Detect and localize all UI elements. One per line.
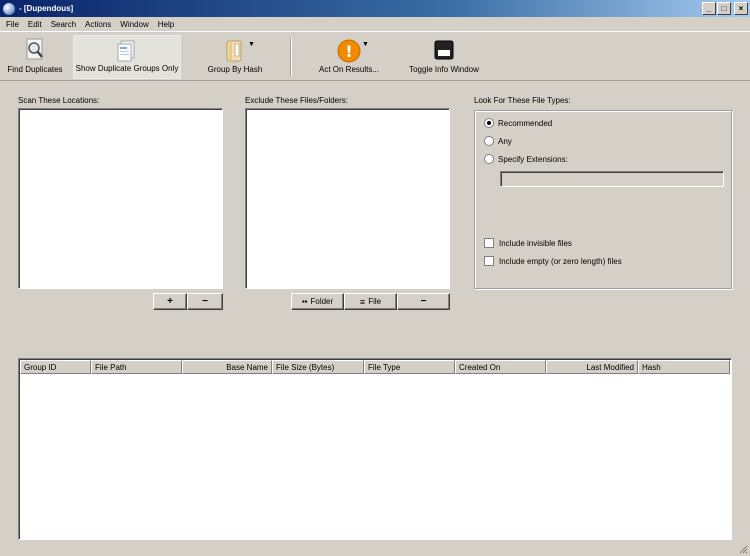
group-by-hash-dropdown-icon[interactable]: ▼: [248, 41, 255, 48]
find-duplicates-button[interactable]: Find Duplicates: [4, 35, 66, 79]
menu-window[interactable]: Window: [116, 20, 153, 29]
binder-icon: [226, 40, 242, 62]
minimize-button[interactable]: _: [702, 2, 716, 15]
radio-specify-label: Specify Extensions:: [498, 154, 568, 164]
add-file-label: File: [368, 297, 382, 306]
act-on-results-button[interactable]: ! Act On Results...: [314, 35, 384, 79]
extensions-input[interactable]: [500, 171, 724, 187]
resize-grip-icon[interactable]: [738, 544, 748, 554]
menu-bar: File Edit Search Actions Window Help: [0, 17, 750, 31]
menu-file[interactable]: File: [2, 20, 24, 29]
find-duplicates-label: Find Duplicates: [7, 65, 63, 74]
include-empty-label: Include empty (or zero length) files: [499, 256, 622, 266]
menu-help[interactable]: Help: [154, 20, 179, 29]
column-last-modified[interactable]: Last Modified: [546, 360, 638, 374]
menu-search[interactable]: Search: [47, 20, 81, 29]
radio-specify-indicator[interactable]: [484, 154, 494, 164]
scan-locations-label: Scan These Locations:: [18, 96, 100, 105]
close-button[interactable]: ×: [734, 2, 748, 15]
toggle-info-window-button[interactable]: Toggle Info Window: [405, 35, 483, 79]
act-on-results-label: Act On Results...: [318, 65, 380, 74]
add-folder-label: Folder: [310, 297, 334, 306]
scan-locations-list[interactable]: [18, 108, 223, 289]
group-by-hash-label: Group By Hash: [207, 65, 263, 74]
column-file-path[interactable]: File Path: [91, 360, 182, 374]
add-folder-button[interactable]: ▪▪ Folder: [291, 293, 344, 310]
window-controls: _ □ ×: [702, 2, 748, 15]
radio-specify-extensions[interactable]: Specify Extensions:: [484, 154, 568, 164]
act-on-results-dropdown-icon[interactable]: ▼: [362, 41, 369, 48]
window-title: - [Dupendous]: [19, 4, 74, 13]
radio-recommended[interactable]: Recommended: [484, 118, 552, 128]
results-table[interactable]: Group ID File Path Base Name File Size (…: [18, 358, 732, 540]
toolbar: Find Duplicates Show Duplicate Groups On…: [0, 31, 750, 81]
alert-icon: !: [337, 39, 361, 63]
radio-any[interactable]: Any: [484, 136, 512, 146]
file-types-label: Look For These File Types:: [474, 96, 571, 105]
menu-actions[interactable]: Actions: [81, 20, 116, 29]
minus-icon: −: [420, 296, 427, 307]
add-file-button[interactable]: ≡ File: [344, 293, 397, 310]
include-empty-box[interactable]: [484, 256, 494, 266]
radio-recommended-label: Recommended: [498, 118, 553, 128]
remove-location-button[interactable]: −: [187, 293, 223, 310]
show-duplicate-groups-button[interactable]: Show Duplicate Groups Only: [73, 35, 181, 79]
radio-recommended-indicator[interactable]: [484, 118, 494, 128]
show-duplicate-groups-label: Show Duplicate Groups Only: [75, 64, 179, 73]
include-invisible-checkbox[interactable]: Include invisible files: [484, 238, 572, 248]
toggle-info-window-label: Toggle Info Window: [409, 65, 479, 74]
results-table-header: Group ID File Path Base Name File Size (…: [20, 360, 730, 374]
include-invisible-label: Include invisible files: [499, 238, 572, 248]
document-group-icon: [117, 40, 135, 62]
magnifier-icon: [26, 38, 43, 60]
column-hash[interactable]: Hash: [638, 360, 730, 374]
maximize-button[interactable]: □: [717, 2, 731, 15]
radio-any-label: Any: [498, 136, 512, 146]
exclude-list[interactable]: [245, 108, 450, 289]
app-icon[interactable]: [3, 2, 15, 15]
include-invisible-box[interactable]: [484, 238, 494, 248]
file-list-icon: ≡: [359, 296, 366, 307]
menu-edit[interactable]: Edit: [24, 20, 47, 29]
radio-any-indicator[interactable]: [484, 136, 494, 146]
column-file-size[interactable]: File Size (Bytes): [272, 360, 364, 374]
include-empty-checkbox[interactable]: Include empty (or zero length) files: [484, 256, 622, 266]
exclude-label: Exclude These Files/Folders:: [245, 96, 349, 105]
column-group-id[interactable]: Group ID: [20, 360, 91, 374]
add-location-button[interactable]: +: [153, 293, 187, 310]
svg-text:!: !: [345, 42, 352, 61]
title-bar: - [Dupendous] _ □ ×: [0, 0, 750, 17]
info-window-icon: [434, 40, 454, 60]
minus-icon: −: [202, 296, 208, 307]
group-by-hash-button[interactable]: Group By Hash: [203, 35, 267, 79]
toolbar-separator: [290, 38, 292, 76]
plus-icon: +: [167, 296, 173, 307]
column-file-type[interactable]: File Type: [364, 360, 455, 374]
column-base-name[interactable]: Base Name: [182, 360, 272, 374]
column-created-on[interactable]: Created On: [455, 360, 546, 374]
remove-exclusion-button[interactable]: −: [397, 293, 450, 310]
folder-grid-icon: ▪▪: [301, 297, 308, 306]
